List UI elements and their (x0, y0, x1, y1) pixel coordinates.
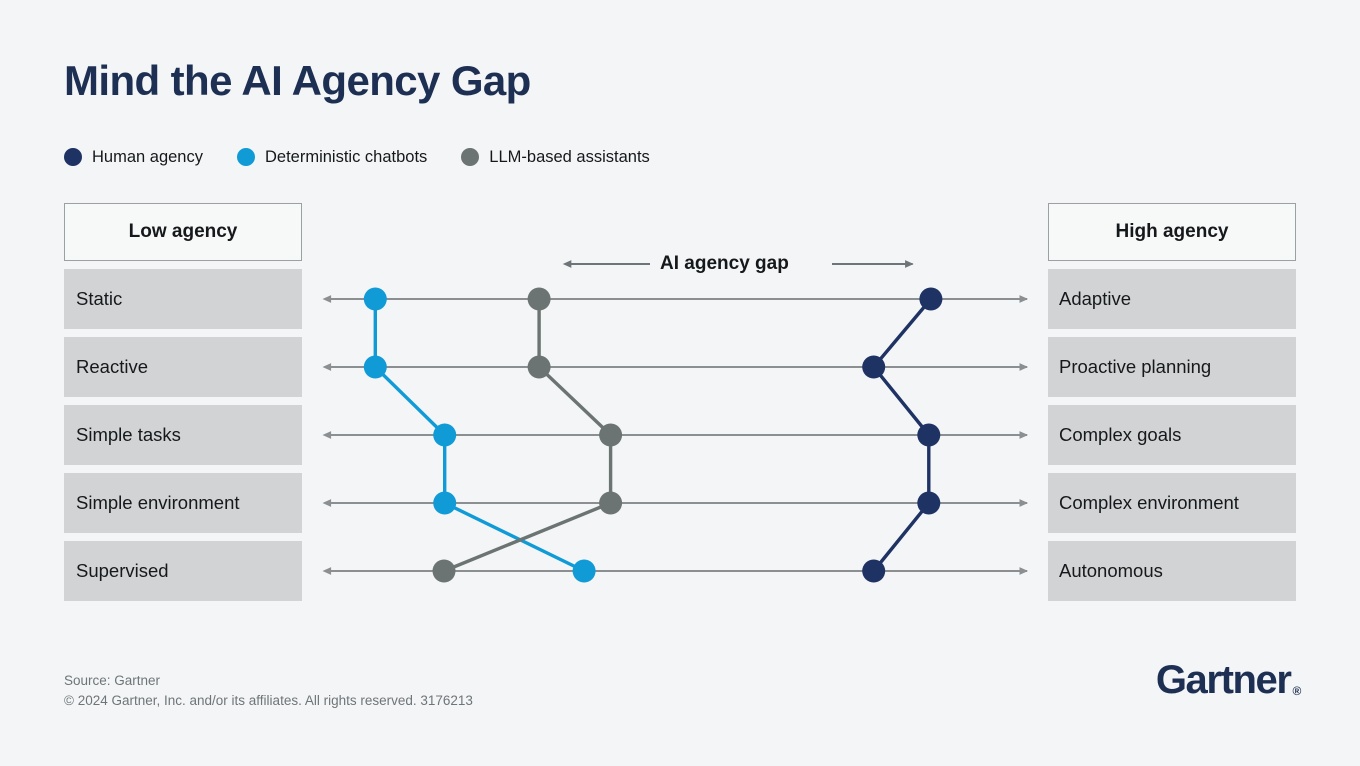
series-deterministic-chatbots (363, 287, 596, 583)
band-right-row-4: Complex environment (1048, 473, 1296, 533)
series-line (373, 297, 586, 573)
copyright-line: © 2024 Gartner, Inc. and/or its affiliat… (64, 692, 473, 708)
page-title: Mind the AI Agency Gap (64, 57, 531, 104)
registered-trademark-icon: ® (1292, 684, 1302, 698)
band-left-row-4: Simple environment (64, 473, 302, 533)
gartner-logo: Gartner ® (1155, 658, 1302, 702)
data-point-row-1 (363, 287, 387, 311)
legend: Human agency Deterministic chatbots LLM-ba… (64, 144, 684, 170)
column-header-high-agency: High agency (1048, 203, 1296, 261)
legend-item-chatbots: Deterministic chatbots (236, 147, 428, 167)
legend-label-human: Human agency (92, 147, 203, 166)
legend-label-chatbots: Deterministic chatbots (264, 147, 428, 166)
column-header-high-agency-label: High agency (1115, 221, 1229, 242)
band-right-row-5: Autonomous (1048, 541, 1296, 601)
band-right-label-row-1: Adaptive (1059, 287, 1131, 309)
data-point-row-5 (432, 559, 456, 583)
data-point-row-5 (572, 559, 596, 583)
data-point-row-2 (527, 355, 551, 379)
data-point-row-2 (363, 355, 387, 379)
data-point-row-2 (862, 355, 886, 379)
band-right-row-3: Complex goals (1048, 405, 1296, 465)
data-point-row-5 (862, 559, 886, 583)
band-right-row-2: Proactive planning (1048, 337, 1296, 397)
ai-agency-gap-label: AI agency gap (660, 253, 789, 274)
band-right-label-row-2: Proactive planning (1059, 355, 1212, 377)
data-point-row-1 (527, 287, 551, 311)
data-point-row-3 (433, 423, 457, 447)
band-left-label-row-3: Simple tasks (76, 423, 181, 445)
band-right-label-row-4: Complex environment (1059, 491, 1239, 513)
band-left-label-row-5: Supervised (76, 559, 169, 581)
series-line (872, 297, 933, 573)
band-left-label-row-2: Reactive (76, 355, 148, 377)
band-left-row-1: Static (64, 269, 302, 329)
series-llm-based-assistants (432, 287, 623, 583)
band-right-label-row-5: Autonomous (1059, 559, 1163, 581)
data-point-row-4 (433, 491, 457, 515)
column-header-low-agency: Low agency (64, 203, 302, 261)
column-header-low-agency-label: Low agency (128, 221, 238, 242)
series-line (442, 297, 613, 573)
data-point-row-1 (919, 287, 943, 311)
band-left-row-3: Simple tasks (64, 405, 302, 465)
legend-label-llm: LLM-based assistants (489, 147, 650, 166)
legend-item-human: Human agency (64, 148, 203, 167)
infographic-root: Mind the AI Agency Gap Human agency Deter… (0, 0, 1360, 766)
source-line: Source: Gartner (64, 673, 161, 688)
legend-swatch-human-icon (64, 148, 82, 166)
legend-item-llm: LLM-based assistants (461, 148, 650, 167)
series-human-agency (862, 287, 943, 583)
data-point-row-4 (599, 491, 623, 515)
band-left-row-5: Supervised (64, 541, 302, 601)
source-footer: Source: Gartner © 2024 Gartner, Inc. and… (64, 671, 473, 710)
band-left-label-row-4: Simple environment (76, 491, 240, 513)
band-right-row-1: Adaptive (1048, 269, 1296, 329)
legend-swatch-llm-icon (461, 148, 480, 166)
data-point-row-4 (917, 491, 941, 515)
data-point-row-3 (917, 423, 941, 447)
band-right-label-row-3: Complex goals (1059, 423, 1182, 445)
data-point-row-3 (599, 423, 623, 447)
legend-swatch-chatbots-icon (236, 148, 255, 166)
gartner-logo-text: Gartner (1155, 658, 1292, 702)
band-left-label-row-1: Static (76, 287, 123, 309)
band-left-row-2: Reactive (64, 337, 302, 397)
